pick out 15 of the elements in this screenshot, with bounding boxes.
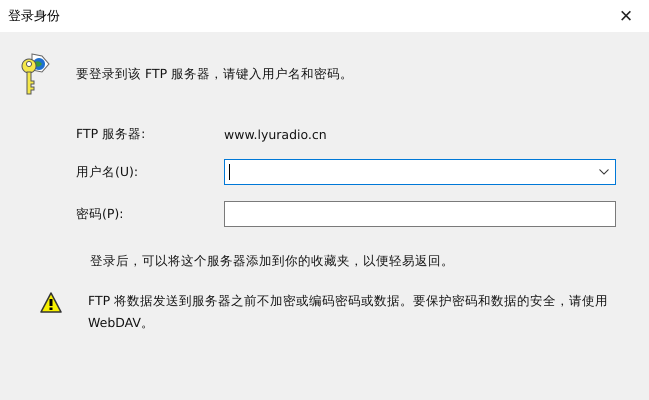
field-label: 密码(P):	[76, 206, 125, 222]
server-address: www.lyuradio.cn	[224, 127, 328, 142]
server-label: FTP 服务器:	[76, 126, 146, 143]
close-button[interactable]: ×	[603, 0, 649, 32]
text-cursor	[229, 164, 230, 180]
warning-text: FTP 将数据发送到服务器之前不加密或编码密码或数据。要保护密码和数据的安全，请使用 WebDAV。	[88, 292, 610, 332]
key-globe-icon	[20, 52, 50, 96]
note-text: 登录后，可以将这个服务器添加到你的收藏夹，以便轻易返回。	[89, 252, 455, 270]
field-label: 用户名(U):	[76, 164, 140, 180]
warning-icon	[40, 292, 62, 314]
intro-text: 要登录到该 FTP 服务器，请键入用户名和密码。	[76, 66, 354, 82]
password-field[interactable]	[224, 201, 616, 227]
window-title: 登录身份	[8, 8, 60, 25]
chevron-down-icon[interactable]	[599, 169, 609, 175]
username-field[interactable]	[224, 159, 616, 185]
